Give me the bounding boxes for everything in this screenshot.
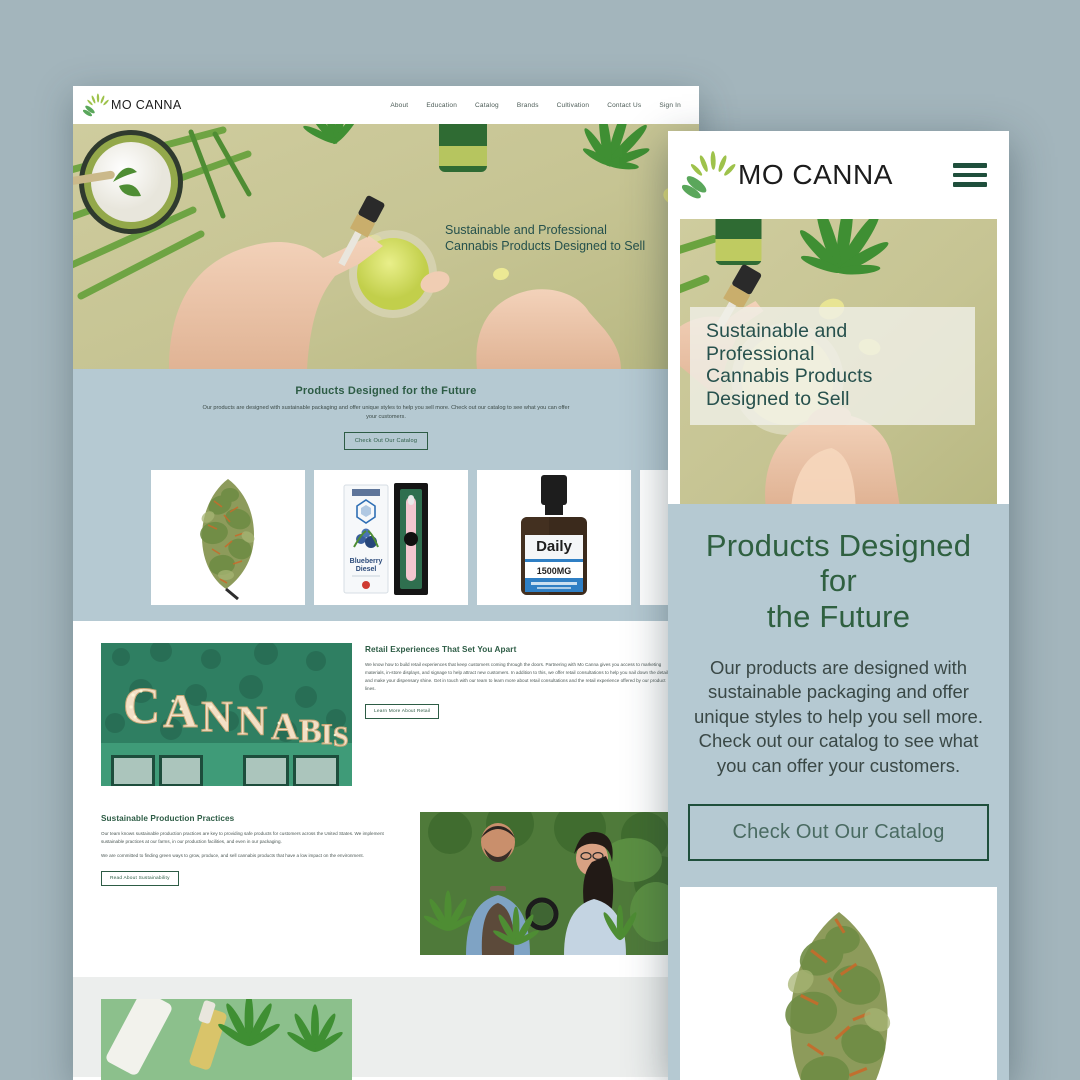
svg-text:A: A: [163, 685, 198, 738]
desktop-hero: Sustainable and Professional Cannabis Pr…: [73, 124, 699, 369]
mobile-hero-headline-panel: Sustainable and Professional Cannabis Pr…: [690, 307, 975, 426]
tincture-bottle-icon: Daily 1500MG: [521, 475, 587, 596]
hamburger-bar: [953, 182, 987, 187]
products-heading: Products Designed for the Future: [295, 385, 477, 397]
hamburger-bar: [953, 172, 987, 178]
svg-text:Blueberry: Blueberry: [350, 558, 383, 565]
nav-item-education[interactable]: Education: [426, 102, 457, 109]
svg-text:1500MG: 1500MG: [537, 566, 572, 576]
sustainability-text-column: Sustainable Production Practices Our tea…: [101, 812, 407, 886]
read-about-sustainability-button[interactable]: Read About Sustainability: [101, 870, 179, 886]
desktop-product-card-row: Blueberry Diesel Daily 1500MG: [73, 469, 699, 621]
retail-body: We know how to build retail experiences …: [365, 661, 671, 691]
svg-text:N: N: [201, 692, 233, 741]
hero-headline-line-1: Sustainable and Professional: [445, 223, 607, 237]
desktop-website-mockup: MO CANNA About Education Catalog Brands …: [73, 86, 699, 1080]
mobile-hero-line-3: Cannabis Products: [706, 365, 873, 388]
nav-item-about[interactable]: About: [390, 102, 408, 109]
nav-item-cultivation[interactable]: Cultivation: [557, 102, 590, 109]
cannabis-bud-icon: [200, 478, 255, 600]
sustainability-body-1: Our team knows sustainable production pr…: [101, 830, 384, 844]
leaf-fan-logo-icon: [83, 93, 109, 117]
mobile-hero: Sustainable and Professional Cannabis Pr…: [680, 219, 997, 504]
svg-text:S: S: [333, 722, 349, 753]
desktop-logo[interactable]: MO CANNA: [83, 93, 182, 117]
mobile-products-heading: Products Designed for the Future: [688, 528, 989, 634]
sustainability-image: [420, 811, 671, 955]
mobile-logo-text: MO CANNA: [738, 159, 893, 190]
retail-heading: Retail Experiences That Set You Apart: [365, 644, 517, 654]
product-card-blueberry-diesel-vape-pen[interactable]: Blueberry Diesel: [314, 469, 468, 605]
hero-headline-line-2: Cannabis Products Designed to Sell: [445, 239, 646, 253]
mobile-logo[interactable]: MO CANNA: [682, 150, 893, 200]
mobile-product-card-cannabis-flower-bud[interactable]: [680, 887, 997, 1080]
products-body: Our products are designed with sustainab…: [202, 405, 570, 420]
svg-text:B: B: [299, 713, 322, 750]
mobile-hero-line-4: Designed to Sell: [706, 387, 850, 410]
desktop-retail-section: C A N N A B I S Retail Experiences That …: [73, 620, 699, 808]
mobile-product-card-wrap: [668, 887, 1009, 1080]
mobile-header: MO CANNA: [668, 131, 1009, 219]
hamburger-bar: [953, 163, 987, 168]
mobile-products-heading-line-2: the Future: [766, 598, 911, 634]
desktop-hero-headline: Sustainable and Professional Cannabis Pr…: [445, 222, 645, 254]
mobile-products-intro: Products Designed for the Future Our pro…: [668, 504, 1009, 888]
svg-text:Daily: Daily: [536, 538, 573, 555]
nav-item-sign-in[interactable]: Sign In: [659, 102, 681, 109]
desktop-sustainability-section: Sustainable Production Practices Our tea…: [73, 807, 699, 977]
product-card-daily-1500mg-tincture[interactable]: Daily 1500MG: [477, 469, 631, 605]
mobile-check-out-catalog-button[interactable]: Check Out Our Catalog: [688, 804, 989, 862]
nav-item-catalog[interactable]: Catalog: [475, 102, 499, 109]
sustainability-heading: Sustainable Production Practices: [101, 813, 235, 823]
mobile-hero-line-1: Sustainable and: [706, 320, 848, 342]
vape-pen-box-icon: Blueberry Diesel: [343, 483, 428, 596]
desktop-bottom-section: [73, 976, 699, 1080]
desktop-products-intro: Products Designed for the Future Our pro…: [73, 369, 699, 470]
retail-text-column: Retail Experiences That Set You Apart We…: [365, 643, 671, 719]
growers-inspecting-plants-image: [420, 811, 671, 955]
svg-text:C: C: [123, 678, 161, 735]
svg-text:Diesel: Diesel: [356, 566, 377, 573]
desktop-logo-text: MO CANNA: [111, 98, 182, 112]
retail-image: C A N N A B I S: [101, 642, 352, 786]
cannabis-bud-icon: [784, 911, 890, 1080]
learn-more-about-retail-button[interactable]: Learn More About Retail: [365, 704, 440, 719]
mobile-products-body: Our products are designed with sustainab…: [694, 656, 983, 776]
dropper-on-green-image: [101, 998, 352, 1080]
bottom-section-image: [101, 998, 352, 1080]
nav-item-contact-us[interactable]: Contact Us: [607, 102, 641, 109]
desktop-nav: About Education Catalog Brands Cultivati…: [390, 102, 681, 109]
nav-item-brands[interactable]: Brands: [517, 102, 539, 109]
cannabis-marquee-sign-image: C A N N A B I S: [101, 642, 352, 786]
hamburger-menu-icon[interactable]: [953, 163, 987, 187]
leaf-fan-logo-icon: [682, 151, 736, 199]
svg-text:N: N: [237, 699, 267, 745]
mobile-products-heading-line-1: Products Designed for: [705, 528, 972, 599]
desktop-header: MO CANNA About Education Catalog Brands …: [73, 86, 699, 124]
svg-text:I: I: [321, 718, 333, 751]
svg-text:A: A: [271, 706, 299, 748]
mobile-hero-line-2: Professional: [706, 342, 815, 365]
mobile-website-mockup: MO CANNA Sustainable and Professional Ca…: [668, 131, 1009, 1080]
check-out-catalog-button[interactable]: Check Out Our Catalog: [343, 431, 429, 450]
sustainability-body-2: We are committed to finding green ways t…: [101, 852, 364, 858]
product-card-cannabis-flower-bud[interactable]: [151, 469, 305, 605]
